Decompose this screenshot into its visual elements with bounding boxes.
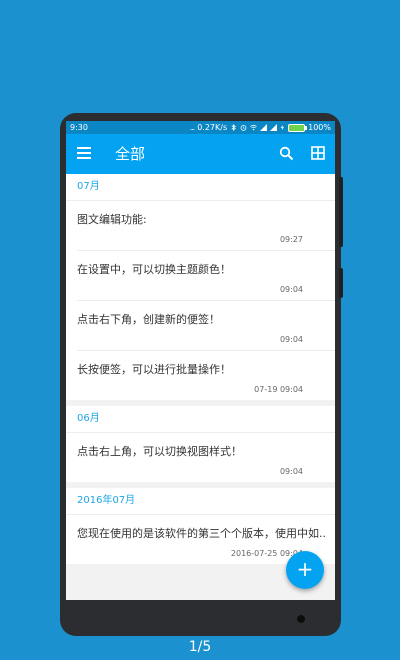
grid-view-icon[interactable] (311, 146, 325, 160)
battery-percent: 100% (308, 123, 331, 132)
alarm-icon (240, 125, 247, 131)
note-item[interactable]: 在设置中，可以切换主题颜色！ 09:04 (77, 251, 335, 301)
page-title: 全部 (115, 145, 146, 163)
network-speed: 0.27K/s (197, 123, 228, 132)
note-item[interactable]: 点击右上角，可以切换视图样式！ 09:04 (77, 433, 335, 482)
add-note-button[interactable]: + (286, 551, 324, 589)
status-bar: 9:30 ... 0.27K/s 100% (66, 121, 335, 134)
note-text: 长按便签，可以进行批量操作！ (77, 363, 231, 376)
note-item[interactable]: 长按便签，可以进行批量操作！ 07-19 09:04 (77, 351, 335, 400)
battery-icon (288, 123, 308, 132)
note-time: 07-19 09:04 (254, 385, 303, 394)
status-time: 9:30 (70, 123, 88, 132)
power-button (339, 268, 343, 298)
note-text: 点击右下角，创建新的便签！ (77, 313, 220, 326)
sensor-dot (297, 615, 305, 623)
status-icons: ... 0.27K/s 100% (190, 121, 331, 134)
signal-icon (260, 124, 268, 131)
note-text: 点击右上角，可以切换视图样式！ (77, 445, 242, 458)
note-text: 您现在使用的是该软件的第三个个版本，使用中如... (77, 527, 327, 540)
section-07: 07月 图文编辑功能: 09:27 在设置中，可以切换主题颜色！ 09:04 点… (66, 174, 335, 400)
search-icon[interactable] (279, 146, 294, 161)
page-indicator: 1/5 (188, 639, 212, 655)
notes-list: 07月 图文编辑功能: 09:27 在设置中，可以切换主题颜色！ 09:04 点… (66, 174, 335, 570)
note-time: 09:04 (279, 335, 303, 344)
section-header: 06月 (66, 406, 335, 433)
signal-icon-2 (270, 124, 278, 131)
note-time: 09:27 (279, 235, 303, 244)
charging-icon (280, 125, 285, 130)
section-06: 06月 点击右上角，可以切换视图样式！ 09:04 (66, 406, 335, 482)
menu-icon[interactable] (77, 147, 91, 159)
note-item[interactable]: 点击右下角，创建新的便签！ 09:04 (77, 301, 335, 351)
wifi-icon (250, 124, 257, 131)
note-item[interactable]: 图文编辑功能: 09:27 (77, 201, 335, 251)
status-dots: ... (189, 123, 196, 132)
bluetooth-icon (231, 124, 236, 131)
note-text: 在设置中，可以切换主题颜色！ (77, 263, 231, 276)
app-bar: 全部 (66, 134, 335, 174)
note-time: 09:04 (279, 467, 303, 476)
note-time: 09:04 (279, 285, 303, 294)
section-header: 2016年07月 (66, 488, 335, 515)
volume-button (339, 177, 343, 247)
phone-screen: 9:30 ... 0.27K/s 100% 全部 07月 图文编辑功能: 09:… (66, 121, 335, 600)
note-text: 图文编辑功能: (77, 213, 147, 226)
section-header: 07月 (66, 174, 335, 201)
